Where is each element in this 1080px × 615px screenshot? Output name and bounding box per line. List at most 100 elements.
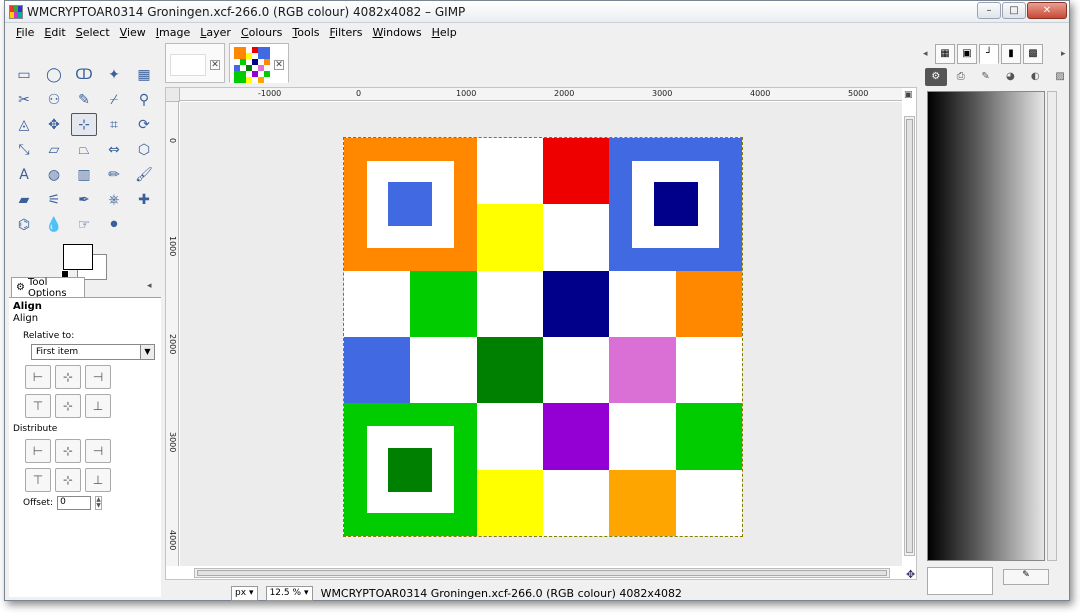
rect-select-icon[interactable]: ▭ — [11, 63, 37, 86]
measure-icon[interactable]: ◬ — [11, 113, 37, 136]
palette-icon[interactable]: ◕ — [999, 68, 1021, 86]
eraser-icon[interactable]: ▰ — [11, 188, 37, 211]
perspective-clone-icon[interactable]: ⌬ — [11, 213, 37, 236]
image-tab-groningen[interactable]: ✕ — [229, 43, 289, 83]
blend-icon[interactable]: ▥ — [71, 163, 97, 186]
gradient-preview[interactable] — [927, 91, 1045, 561]
paintbrush-icon[interactable]: 🖌 — [131, 163, 157, 186]
close-icon[interactable]: ✕ — [274, 60, 284, 70]
blur-icon[interactable]: 💧 — [41, 213, 67, 236]
distribute-right-button[interactable]: ⊣ — [85, 439, 111, 463]
dock-tab[interactable]: ▩ — [1023, 44, 1043, 64]
airbrush-icon[interactable]: ⚟ — [41, 188, 67, 211]
align-left-button[interactable]: ⊢ — [25, 365, 51, 389]
dodge-burn-icon[interactable]: ⚫ — [101, 213, 127, 236]
zoom-image-toggle-icon[interactable]: ▣ — [904, 90, 913, 100]
pencil-icon[interactable]: ✏ — [101, 163, 127, 186]
relative-to-select[interactable]: First item ▼ — [31, 344, 155, 360]
distribute-bottom-button[interactable]: ⊥ — [85, 468, 111, 492]
dock-tab[interactable]: ▮ — [1001, 44, 1021, 64]
dock-tab[interactable]: ▦ — [935, 44, 955, 64]
offset-spin-buttons[interactable]: ▲ ▼ — [95, 496, 103, 510]
foreground-color-swatch[interactable] — [63, 244, 93, 270]
color-select-icon[interactable]: ▦ — [131, 63, 157, 86]
brush-icon[interactable]: ✎ — [975, 68, 997, 86]
menu-item[interactable]: Tools — [287, 26, 324, 39]
fonts-icon[interactable]: ◐ — [1024, 68, 1046, 86]
shear-icon[interactable]: ▱ — [41, 138, 67, 161]
menu-item[interactable]: Windows — [367, 26, 426, 39]
zoom-select[interactable]: 12.5 % ▾ — [265, 585, 313, 601]
perspective-icon[interactable]: ⏢ — [71, 138, 97, 161]
menu-item[interactable]: Filters — [325, 26, 368, 39]
image-canvas[interactable] — [343, 137, 743, 537]
scroll-thumb[interactable] — [906, 119, 913, 553]
unit-select[interactable]: px ▾ — [231, 585, 258, 601]
scale-icon[interactable]: ⤡ — [11, 138, 37, 161]
align-center-h-button[interactable]: ⊹ — [55, 365, 81, 389]
cage-icon[interactable]: ⬡ — [131, 138, 157, 161]
align-middle-v-button[interactable]: ⊹ — [55, 394, 81, 418]
dock-scrollbar[interactable] — [1047, 91, 1057, 561]
text-icon[interactable]: A — [11, 163, 37, 186]
align-bottom-button[interactable]: ⊥ — [85, 394, 111, 418]
ink-icon[interactable]: ✒ — [71, 188, 97, 211]
menu-item[interactable]: Select — [71, 26, 115, 39]
foreground-select-icon[interactable]: ⚇ — [41, 88, 67, 111]
paths-icon[interactable]: ✎ — [71, 88, 97, 111]
menu-item[interactable]: View — [115, 26, 151, 39]
ellipse-select-icon[interactable]: ◯ — [41, 63, 67, 86]
dock-tab[interactable]: ▣ — [957, 44, 977, 64]
align-top-button[interactable]: ⊤ — [25, 394, 51, 418]
menu-item[interactable]: Image — [151, 26, 195, 39]
free-select-icon[interactable]: ↀ — [71, 63, 97, 86]
heal-icon[interactable]: ✚ — [131, 188, 157, 211]
bucket-fill-icon[interactable]: ◍ — [41, 163, 67, 186]
flip-icon[interactable]: ⇔ — [101, 138, 127, 161]
color-picker-icon[interactable]: ⌿ — [101, 88, 127, 111]
distribute-top-button[interactable]: ⊤ — [25, 468, 51, 492]
vertical-ruler[interactable]: 0 1000 2000 3000 4000 — [166, 102, 179, 566]
menu-item[interactable]: Layer — [195, 26, 236, 39]
dock-tab[interactable]: ┘ — [979, 44, 999, 64]
distribute-left-button[interactable]: ⊢ — [25, 439, 51, 463]
close-button[interactable]: ✕ — [1027, 2, 1067, 19]
edit-button[interactable]: ✎ — [1003, 569, 1049, 585]
maximize-button[interactable]: □ — [1002, 2, 1026, 19]
align-icon[interactable]: ⊹ — [71, 113, 97, 136]
panel-menu-icon[interactable]: ◂ — [147, 281, 152, 291]
close-icon[interactable]: ✕ — [210, 60, 220, 70]
menu-item[interactable]: Colours — [236, 26, 287, 39]
crop-icon[interactable]: ⌗ — [101, 113, 127, 136]
title-bar[interactable]: WMCRYPTOAR0314 Groningen.xcf-266.0 (RGB … — [5, 1, 1069, 23]
canvas-area[interactable] — [180, 102, 902, 566]
smudge-icon[interactable]: ☞ — [71, 213, 97, 236]
dock-collapse-icon[interactable]: ◂ — [923, 49, 928, 59]
rotate-icon[interactable]: ⟳ — [131, 113, 157, 136]
scissors-icon[interactable]: ✂ — [11, 88, 37, 111]
horizontal-scrollbar[interactable] — [194, 568, 890, 578]
scroll-thumb[interactable] — [197, 570, 887, 576]
tab-tool-options[interactable]: ⚙ Tool Options — [11, 277, 85, 299]
distribute-center-h-button[interactable]: ⊹ — [55, 439, 81, 463]
patterns-icon[interactable]: ▨ — [1049, 68, 1071, 86]
images-icon[interactable]: ⚙ — [925, 68, 947, 86]
align-right-button[interactable]: ⊣ — [85, 365, 111, 389]
quick-mask-corner[interactable] — [166, 88, 180, 102]
menu-item[interactable]: Help — [427, 26, 462, 39]
fuzzy-select-icon[interactable]: ✦ — [101, 63, 127, 86]
vertical-scrollbar[interactable] — [904, 116, 915, 556]
move-icon[interactable]: ✥ — [41, 113, 67, 136]
zoom-icon[interactable]: ⚲ — [131, 88, 157, 111]
offset-input[interactable]: 0 — [57, 496, 92, 510]
menu-item[interactable]: Edit — [39, 26, 70, 39]
navigate-icon[interactable]: ✥ — [906, 568, 915, 581]
printer-icon[interactable]: ⎙ — [950, 68, 972, 86]
distribute-middle-v-button[interactable]: ⊹ — [55, 468, 81, 492]
clone-icon[interactable]: ⎈ — [101, 188, 127, 211]
menu-item[interactable]: File — [11, 26, 39, 39]
horizontal-ruler[interactable]: -1000 0 1000 2000 3000 4000 5000 — [180, 88, 902, 101]
minimize-button[interactable]: – — [977, 2, 1001, 19]
image-tab-blank[interactable]: ✕ — [165, 43, 225, 83]
dock-menu-icon[interactable]: ▸ — [1061, 49, 1066, 59]
